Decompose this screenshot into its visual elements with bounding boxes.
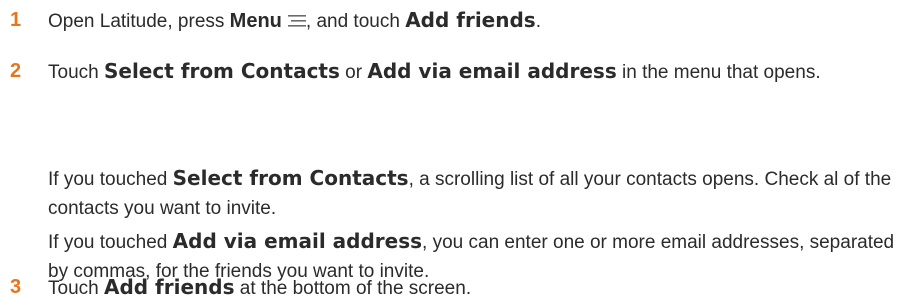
text-fragment: . [535,11,541,32]
text-fragment: Touch [48,62,104,83]
text-fragment: in the menu that opens. [616,62,821,83]
step-text: Touch Select from Contacts or Add via em… [48,57,900,87]
text-fragment: If you touched [48,169,173,190]
bold-term-add-via-email: Add via email address [367,59,617,83]
bold-term-select-from-contacts: Select from Contacts [103,59,340,83]
bold-term-add-friends: Add friends [405,8,536,32]
text-fragment: , and touch [305,11,406,32]
bold-term-select-from-contacts: Select from Contacts [172,166,409,190]
text-fragment: or [339,62,368,83]
step-text: Open Latitude, press Menu , and touch Add… [48,6,900,36]
text-fragment: Touch [48,278,104,299]
bold-term-menu: Menu [229,10,282,32]
bold-term-add-friends: Add friends [103,275,235,299]
step-number: 2 [10,60,22,82]
step-number: 1 [10,9,22,31]
text-fragment: at the bottom of the screen. [234,278,472,299]
bold-term-add-via-email: Add via email address [172,229,423,253]
followup-text: If you touched Select from Contacts, a s… [48,164,900,223]
menu-icon [287,14,306,28]
step-number: 3 [10,276,22,298]
step-text: Touch Add friends at the bottom of the s… [48,273,900,303]
text-fragment: If you touched [48,232,173,253]
text-fragment: Open Latitude, press [48,11,230,32]
